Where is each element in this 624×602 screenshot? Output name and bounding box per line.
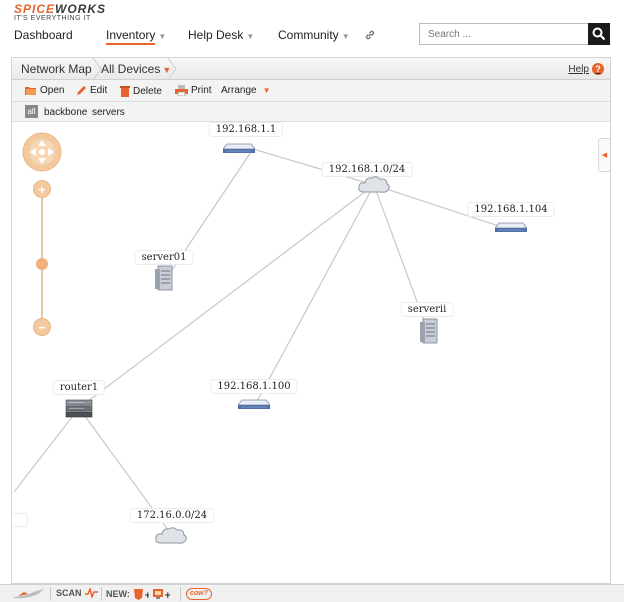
zoom-in-button[interactable]: + bbox=[33, 180, 51, 198]
bottom-bar: SCAN NEW: + + cow? bbox=[0, 584, 624, 602]
partial-node-label[interactable] bbox=[12, 513, 28, 527]
nav-dashboard[interactable]: Dashboard bbox=[14, 28, 73, 42]
node-label-subnet2[interactable]: 172.16.0.0/24 bbox=[129, 508, 215, 523]
group-backbone[interactable]: backbone bbox=[44, 107, 87, 118]
breadcrumb-network-map[interactable]: Network Map bbox=[21, 62, 92, 76]
open-button[interactable]: Open bbox=[25, 85, 64, 96]
zoom-out-button[interactable]: − bbox=[33, 318, 51, 336]
group-servers[interactable]: servers bbox=[92, 107, 125, 118]
new-ticket-icon[interactable]: + bbox=[133, 588, 149, 600]
node-label-host104[interactable]: 192.168.1.104 bbox=[467, 202, 555, 217]
search-box bbox=[419, 23, 610, 45]
divider bbox=[50, 587, 51, 601]
node-label-gw[interactable]: 192.168.1.1 bbox=[208, 122, 284, 137]
delete-button[interactable]: Delete bbox=[120, 85, 162, 97]
nav-inventory[interactable]: Inventory ▼ bbox=[106, 28, 167, 45]
dropdown-arrow-icon: ▼ bbox=[262, 86, 271, 95]
switch-icon[interactable] bbox=[494, 221, 528, 236]
cow-icon: cow? bbox=[186, 588, 212, 600]
zoom-slider-thumb[interactable] bbox=[36, 257, 48, 270]
search-input[interactable] bbox=[420, 24, 588, 44]
node-label-serverii[interactable]: serverii bbox=[400, 302, 454, 317]
nav-community[interactable]: Community ▼ bbox=[278, 28, 350, 42]
network-map-panel: Network Map All Devices ▼ Help? Open Edit… bbox=[11, 57, 611, 584]
breadcrumb-separator bbox=[167, 58, 177, 80]
breadcrumb: Network Map All Devices ▼ Help? bbox=[12, 58, 610, 80]
folder-icon bbox=[25, 87, 36, 95]
router-icon[interactable] bbox=[64, 398, 94, 421]
scan-button[interactable]: SCAN bbox=[56, 588, 98, 598]
new-menu: NEW: + + bbox=[106, 588, 170, 600]
print-button[interactable]: Print bbox=[175, 85, 212, 96]
brand-tagline: IT'S EVERYTHING IT bbox=[14, 15, 91, 22]
network-map-canvas[interactable]: + − ◀ 192.168.1.1 192.168.1.0/24 192.168.1… bbox=[12, 122, 610, 583]
collapse-left-icon: ◀ bbox=[601, 152, 608, 159]
svg-text:+: + bbox=[164, 591, 170, 600]
map-edges bbox=[13, 148, 512, 535]
chevron-down-icon: ▼ bbox=[158, 32, 167, 41]
spiceworks-logo: SPICEWORKS bbox=[14, 2, 107, 16]
side-panel-toggle[interactable]: ◀ bbox=[598, 138, 610, 172]
spice-plane-logo[interactable] bbox=[14, 589, 44, 600]
nav-help-desk[interactable]: Help Desk ▼ bbox=[188, 28, 254, 42]
trash-icon bbox=[120, 86, 130, 97]
plane-icon bbox=[14, 589, 44, 599]
breadcrumb-all-devices[interactable]: All Devices ▼ bbox=[101, 62, 171, 76]
help-link[interactable]: Help? bbox=[568, 63, 604, 75]
server-icon[interactable] bbox=[154, 265, 174, 294]
pulse-icon bbox=[84, 588, 98, 598]
arrange-dropdown[interactable]: Arrange ▼ bbox=[221, 85, 271, 96]
cloud-icon[interactable] bbox=[154, 525, 188, 548]
search-button[interactable] bbox=[588, 23, 610, 45]
pencil-icon bbox=[77, 86, 86, 95]
node-label-router1[interactable]: router1 bbox=[52, 380, 106, 395]
chevron-down-icon: ▼ bbox=[246, 32, 255, 41]
cloud-icon[interactable] bbox=[357, 174, 391, 197]
help-icon: ? bbox=[592, 63, 604, 75]
map-toolbar: Open Edit Delete Print Arrange ▼ bbox=[12, 80, 610, 102]
search-icon bbox=[592, 27, 606, 41]
map-edge bbox=[78, 184, 375, 409]
chevron-down-icon: ▼ bbox=[341, 32, 350, 41]
cow-button[interactable]: cow? bbox=[186, 588, 212, 600]
group-all-button[interactable]: all bbox=[25, 105, 38, 118]
server-icon[interactable] bbox=[419, 318, 439, 347]
divider bbox=[101, 587, 102, 601]
switch-icon[interactable] bbox=[237, 398, 271, 413]
edit-button[interactable]: Edit bbox=[76, 85, 107, 96]
node-label-server01[interactable]: server01 bbox=[134, 250, 194, 265]
svg-text:+: + bbox=[144, 591, 149, 600]
node-label-host100[interactable]: 192.168.1.100 bbox=[210, 379, 298, 394]
brand[interactable]: SPICEWORKS IT'S EVERYTHING IT bbox=[14, 2, 106, 22]
group-filter-bar: all backbone servers bbox=[12, 102, 610, 122]
link-icon[interactable] bbox=[364, 29, 376, 41]
pan-control[interactable] bbox=[22, 132, 62, 172]
new-device-icon[interactable]: + bbox=[152, 588, 170, 600]
printer-icon bbox=[175, 85, 188, 96]
switch-icon[interactable] bbox=[222, 142, 256, 157]
divider bbox=[180, 587, 181, 601]
map-edge bbox=[253, 184, 375, 408]
